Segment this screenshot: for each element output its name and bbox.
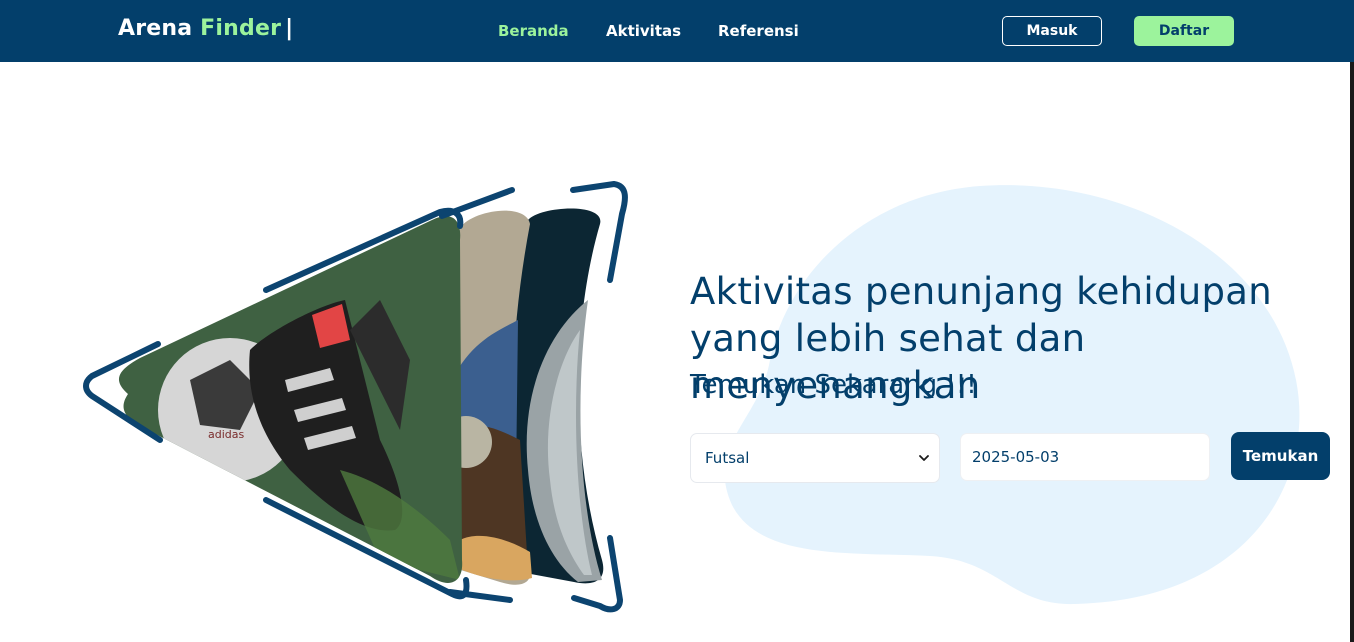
chevron-down-icon [919, 455, 929, 461]
hero-illustration: adidas [83, 181, 628, 613]
sport-select-value: Futsal [705, 449, 750, 467]
page: Arena Finder | Beranda Aktivitas Referens… [0, 0, 1354, 642]
sport-select[interactable]: Futsal [690, 433, 940, 483]
hero-subheadline: Temukan Sekarang !!! [690, 370, 977, 400]
date-input[interactable] [960, 433, 1210, 481]
find-button[interactable]: Temukan [1231, 432, 1330, 480]
scrollbar-edge [1350, 62, 1354, 642]
svg-text:adidas: adidas [208, 428, 245, 441]
